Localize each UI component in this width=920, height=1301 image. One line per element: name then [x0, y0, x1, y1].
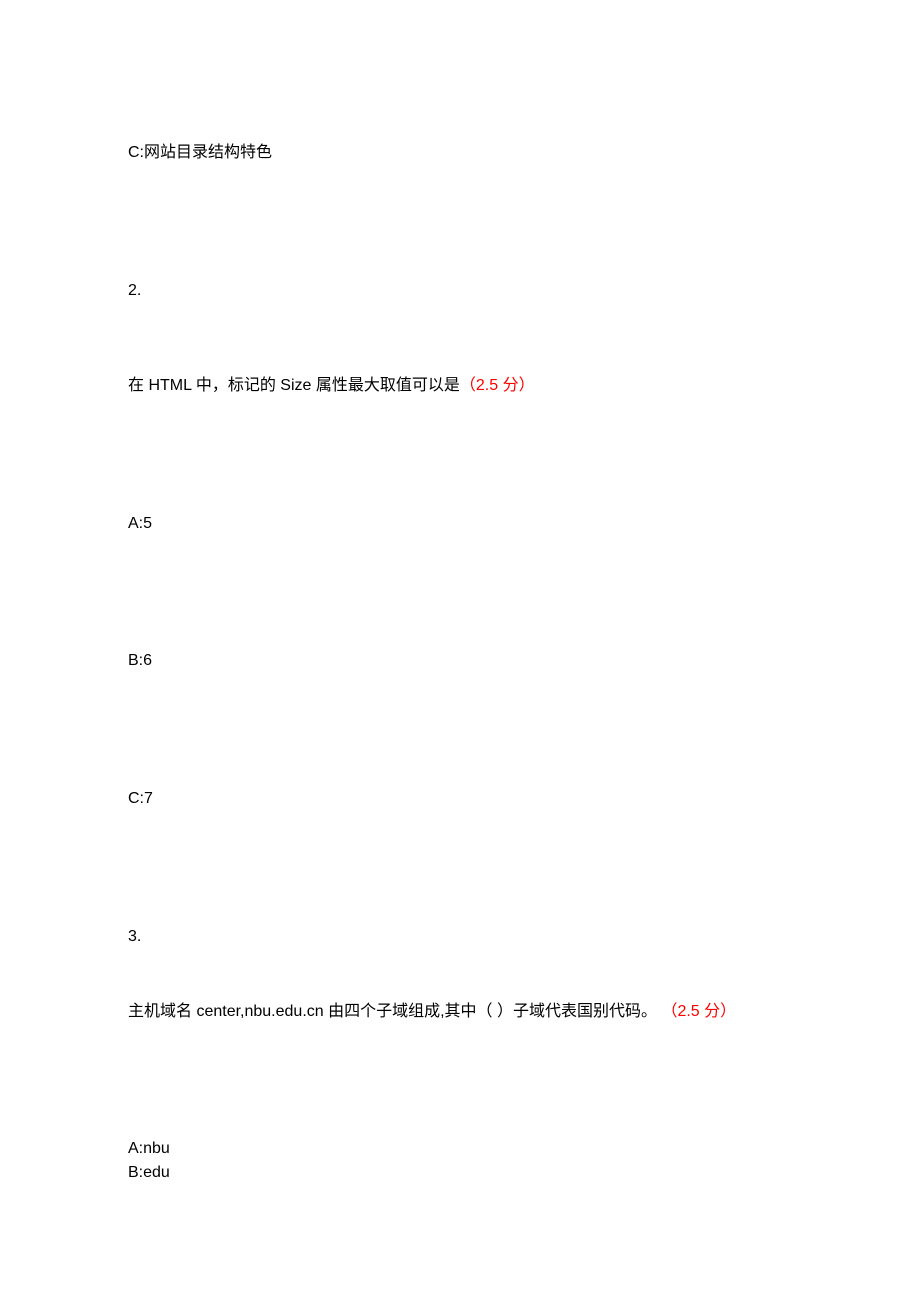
question-number: 3.: [128, 928, 141, 945]
question-points: （2.5 分）: [661, 1003, 736, 1020]
q2-option-a: A:5: [128, 511, 840, 537]
document-content: C:网站目录结构特色 2. 在 HTML 中，标记的 Size 属性最大取值可以…: [0, 0, 920, 1185]
option-text: B:6: [128, 652, 152, 669]
question-number: 2.: [128, 282, 141, 299]
question-body: 在 HTML 中，标记的 Size 属性最大取值可以是: [128, 377, 460, 394]
option-text: C:网站目录结构特色: [128, 144, 272, 161]
q3-option-a: A:nbu: [128, 1137, 840, 1161]
q2-number: 2.: [128, 278, 840, 304]
q3-options-ab: A:nbu B:edu: [128, 1137, 840, 1185]
option-text: A:5: [128, 515, 152, 532]
option-text: C:7: [128, 790, 153, 807]
q3-text: 主机域名 center,nbu.edu.cn 由四个子域组成,其中（ ）子域代表…: [128, 999, 840, 1025]
question-body: 主机域名 center,nbu.edu.cn 由四个子域组成,其中（ ）子域代表…: [128, 1003, 657, 1020]
question-points: （2.5 分）: [460, 377, 535, 394]
q1-option-c: C:网站目录结构特色: [128, 140, 840, 166]
q2-option-c: C:7: [128, 786, 840, 812]
q3-option-b: B:edu: [128, 1161, 840, 1185]
q2-text: 在 HTML 中，标记的 Size 属性最大取值可以是（2.5 分）: [128, 373, 840, 399]
q3-number: 3.: [128, 924, 840, 950]
q2-option-b: B:6: [128, 648, 840, 674]
